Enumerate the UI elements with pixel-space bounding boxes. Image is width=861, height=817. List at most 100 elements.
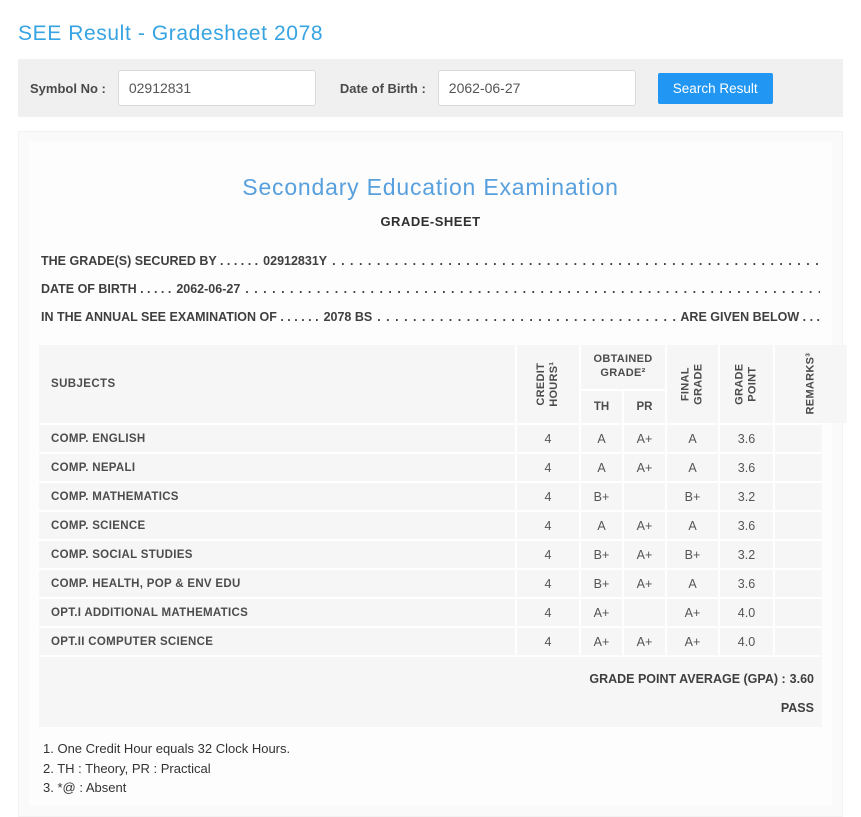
symbol-with-check: 02912831Y	[263, 254, 328, 268]
remarks-label: REMARKS³	[804, 353, 817, 415]
gpa-line: GRADE POINT AVERAGE (GPA) :3.60	[47, 672, 814, 686]
header-subjects: SUBJECTS	[39, 345, 515, 423]
cell-credit: 4	[517, 454, 579, 481]
search-bar: Symbol No : Date of Birth : Search Resul…	[18, 59, 843, 117]
search-result-button[interactable]: Search Result	[657, 72, 773, 104]
cell-credit: 4	[517, 425, 579, 452]
symbol-no-label: Symbol No :	[30, 80, 106, 96]
dot-leader: . . . . . . . . . . . . . . . . . . . . …	[377, 310, 676, 324]
cell-final: A	[667, 454, 718, 481]
footnote-absent: 3. *@ : Absent	[43, 780, 127, 795]
cell-final: A+	[667, 628, 718, 655]
symbol-no-input[interactable]	[117, 70, 316, 106]
credit-label-line2: HOURS¹	[548, 361, 560, 407]
dob-input[interactable]	[437, 70, 636, 106]
dob-label: Date of Birth :	[339, 80, 426, 96]
cell-gp: 3.6	[720, 512, 773, 539]
credit-hours-rotated-label: CREDIT HOURS¹	[535, 353, 561, 415]
sheet-heading: Secondary Education Examination	[242, 174, 619, 200]
final-grade-rotated-label: FINAL GRADE	[679, 359, 705, 410]
table-row: COMP. HEALTH, POP & ENV EDU 4 B+ A+ A 3.6	[39, 570, 822, 597]
cell-remarks	[775, 425, 822, 452]
sheet-subheading: GRADE-SHEET	[380, 214, 481, 229]
grade-point-rotated-label: GRADE POINT	[733, 358, 759, 411]
cell-remarks	[775, 512, 822, 539]
page: { "page": { "title": "SEE Result - Grade…	[0, 22, 861, 817]
statement-line-grades: THE GRADE(S) SECURED BY . . . . . . 0291…	[41, 247, 820, 275]
cell-remarks	[775, 570, 822, 597]
obtained-label-line2: GRADE²	[600, 367, 646, 379]
cell-credit: 4	[517, 512, 579, 539]
cell-pr: A+	[624, 628, 665, 655]
cell-final: B+	[667, 541, 718, 568]
cell-remarks	[775, 628, 822, 655]
cell-gp: 4.0	[720, 599, 773, 626]
cell-th: B+	[581, 483, 622, 510]
cell-final: A	[667, 425, 718, 452]
statement-prefix: THE GRADE(S) SECURED BY . . . . . .	[41, 254, 259, 268]
statement-prefix: IN THE ANNUAL SEE EXAMINATION OF . . . .…	[41, 310, 319, 324]
credit-label-line1: CREDIT	[534, 362, 547, 406]
cell-th: B+	[581, 570, 622, 597]
exam-year-value: 2078 BS	[323, 310, 373, 324]
cell-pr: A+	[624, 541, 665, 568]
table-row: COMP. SOCIAL STUDIES 4 B+ A+ B+ 3.2	[39, 541, 822, 568]
cell-subject: COMP. NEPALI	[39, 454, 515, 481]
cell-th: A	[581, 425, 622, 452]
table-row: COMP. NEPALI 4 A A+ A 3.6	[39, 454, 822, 481]
result-panel: Secondary Education Examination GRADE-SH…	[18, 131, 847, 817]
cell-th: A	[581, 512, 622, 539]
cell-final: B+	[667, 483, 718, 510]
cell-credit: 4	[517, 599, 579, 626]
header-grade-point: GRADE POINT	[720, 345, 773, 423]
grade-table: SUBJECTS CREDIT HOURS¹ OBTAINED GRADE² T…	[39, 345, 847, 655]
final-label-line1: FINAL	[679, 367, 692, 401]
gp-label-line1: GRADE	[733, 363, 746, 405]
gpa-summary: GRADE POINT AVERAGE (GPA) :3.60 PASS	[39, 657, 822, 727]
dot-leader: . . . . . . . . . . . . . . . . . . . . …	[245, 282, 820, 296]
gpa-label: GRADE POINT AVERAGE (GPA) :	[589, 672, 786, 686]
header-credit-hours: CREDIT HOURS¹	[517, 345, 579, 423]
cell-subject: COMP. HEALTH, POP & ENV EDU	[39, 570, 515, 597]
cell-credit: 4	[517, 628, 579, 655]
cell-credit: 4	[517, 483, 579, 510]
table-row: OPT.II COMPUTER SCIENCE 4 A+ A+ A+ 4.0	[39, 628, 822, 655]
header-obtained-grade: OBTAINED GRADE²	[581, 345, 665, 389]
header-remarks: REMARKS³	[775, 345, 847, 423]
cell-gp: 3.6	[720, 454, 773, 481]
cell-final: A	[667, 512, 718, 539]
remarks-rotated-label: REMARKS³	[804, 348, 817, 420]
dot-leader: . . . . . . . . . . . . . . . . . . . . …	[332, 254, 820, 268]
cell-final: A+	[667, 599, 718, 626]
statement-line-exam-year: IN THE ANNUAL SEE EXAMINATION OF . . . .…	[41, 303, 820, 331]
cell-th: A+	[581, 628, 622, 655]
cell-subject: COMP. SOCIAL STUDIES	[39, 541, 515, 568]
cell-gp: 4.0	[720, 628, 773, 655]
cell-gp: 3.2	[720, 483, 773, 510]
cell-remarks	[775, 454, 822, 481]
cell-th: B+	[581, 541, 622, 568]
cell-credit: 4	[517, 570, 579, 597]
page-title: SEE Result - Gradesheet 2078	[18, 22, 324, 45]
cell-subject: OPT.II COMPUTER SCIENCE	[39, 628, 515, 655]
cell-pr	[624, 483, 665, 510]
statement-lines: THE GRADE(S) SECURED BY . . . . . . 0291…	[41, 247, 820, 331]
cell-subject: OPT.I ADDITIONAL MATHEMATICS	[39, 599, 515, 626]
cell-remarks	[775, 599, 822, 626]
cell-th: A+	[581, 599, 622, 626]
table-row: COMP. ENGLISH 4 A A+ A 3.6	[39, 425, 822, 452]
dob-value: 2062-06-27	[176, 282, 241, 296]
cell-subject: COMP. SCIENCE	[39, 512, 515, 539]
cell-final: A	[667, 570, 718, 597]
statement-line-dob: DATE OF BIRTH . . . . . 2062-06-27 . . .…	[41, 275, 820, 303]
result-status: PASS	[780, 701, 814, 715]
table-row: COMP. SCIENCE 4 A A+ A 3.6	[39, 512, 822, 539]
cell-subject: COMP. ENGLISH	[39, 425, 515, 452]
statement-suffix: ARE GIVEN BELOW . . .	[680, 310, 820, 324]
header-pr: PR	[624, 391, 665, 423]
cell-pr	[624, 599, 665, 626]
table-row: COMP. MATHEMATICS 4 B+ B+ 3.2	[39, 483, 822, 510]
cell-gp: 3.2	[720, 541, 773, 568]
footnote-credit-hour: 1. One Credit Hour equals 32 Clock Hours…	[43, 741, 291, 756]
cell-pr: A+	[624, 512, 665, 539]
